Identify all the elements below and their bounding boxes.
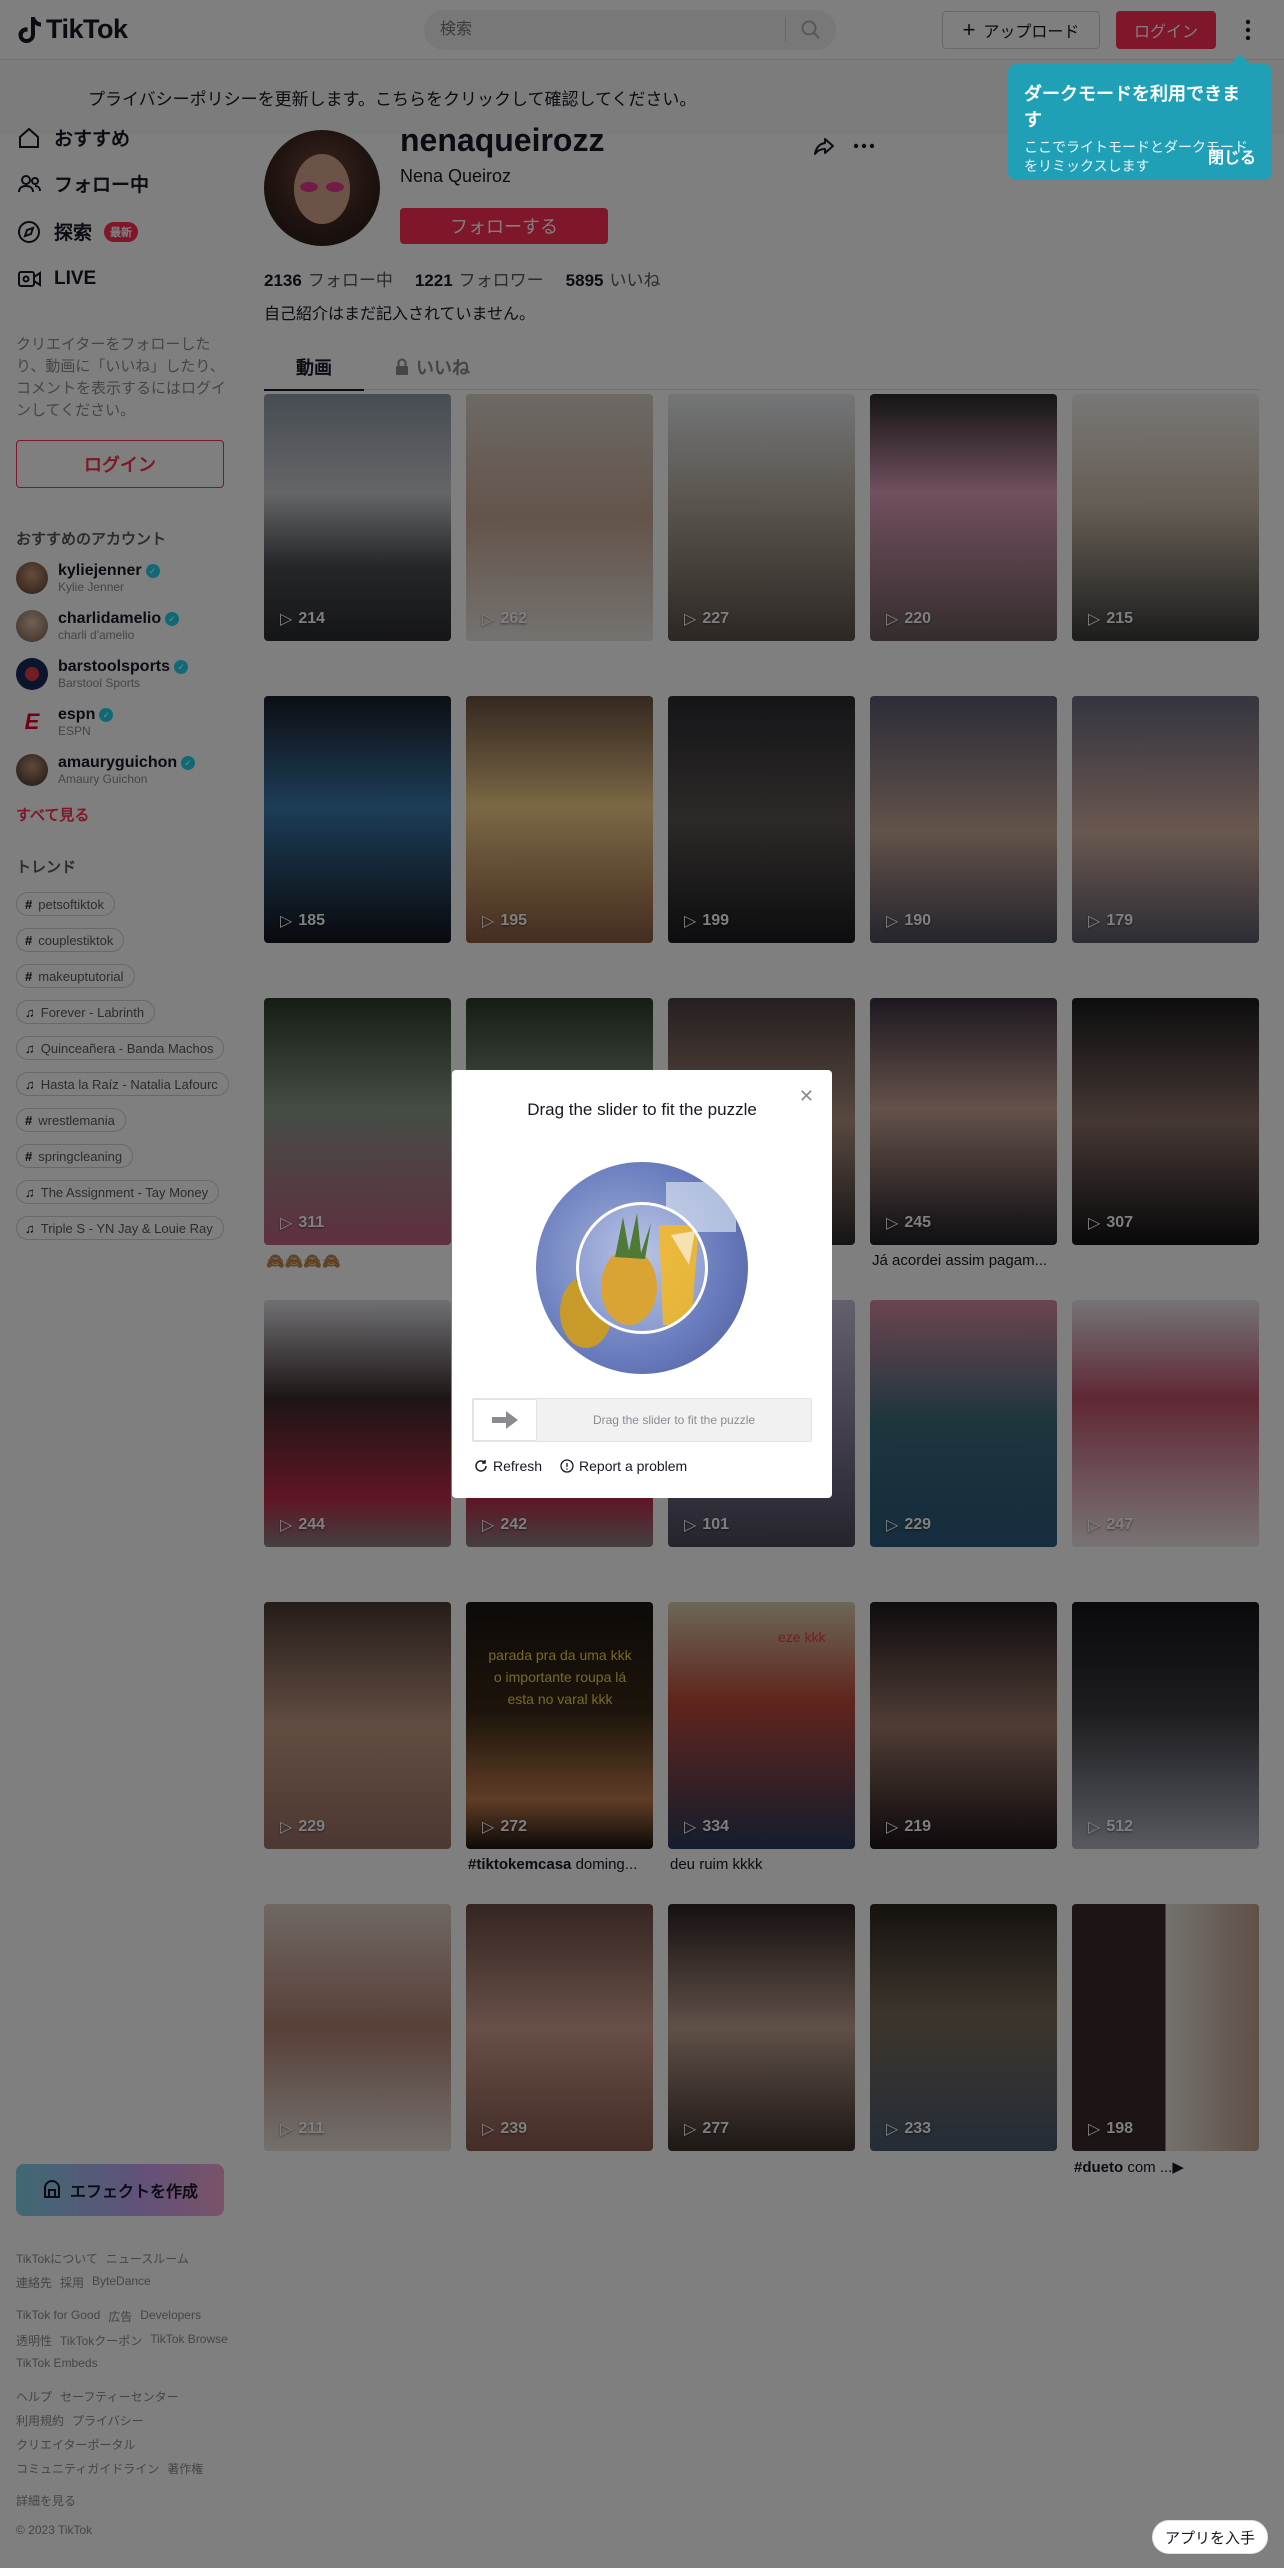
slider-handle[interactable] [473, 1399, 537, 1441]
tooltip-close-button[interactable]: 閉じる [1208, 144, 1256, 168]
info-icon [560, 1459, 574, 1473]
get-app-button[interactable]: アプリを入手 [1152, 2520, 1268, 2554]
captcha-slider[interactable]: Drag the slider to fit the puzzle [472, 1398, 812, 1442]
puzzle-piece [576, 1202, 708, 1334]
report-problem-button[interactable]: Report a problem [560, 1458, 687, 1474]
captcha-actions: Refresh Report a problem [474, 1458, 687, 1474]
refresh-icon [475, 1460, 487, 1472]
refresh-label: Refresh [493, 1458, 543, 1474]
report-label: Report a problem [579, 1458, 688, 1474]
captcha-modal: Drag the slider to fit the puzzle ✕ Drag… [452, 1070, 832, 1498]
puzzle-image [536, 1162, 748, 1374]
slider-hint: Drag the slider to fit the puzzle [592, 1413, 756, 1427]
tooltip-title: ダークモードを利用できます [1024, 84, 1240, 130]
dark-mode-tooltip: ダークモードを利用できます ここでライトモードとダークモードをリミックスします … [1008, 54, 1272, 180]
captcha-title: Drag the slider to fit the puzzle [527, 1100, 757, 1119]
arrow-right-icon [492, 1411, 518, 1429]
close-icon[interactable]: ✕ [799, 1086, 814, 1107]
refresh-button[interactable]: Refresh [474, 1458, 542, 1474]
